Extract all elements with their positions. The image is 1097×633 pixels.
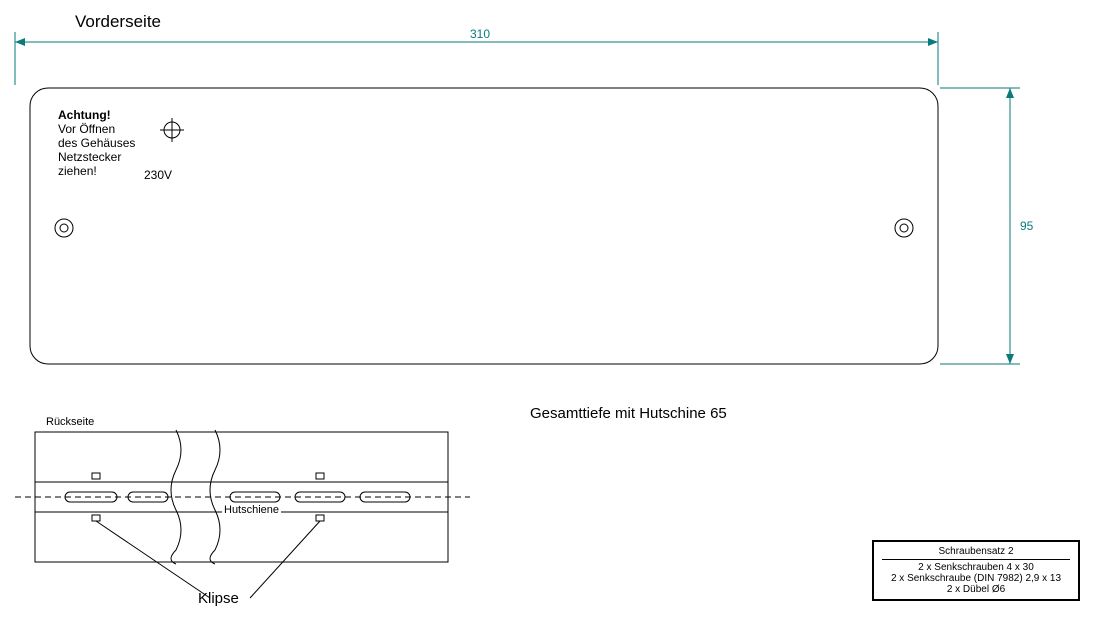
warning-title: Achtung!: [58, 108, 135, 122]
voltage-label: 230V: [144, 168, 172, 182]
warning-line3: Netzstecker: [58, 150, 135, 164]
depth-note: Gesamttiefe mit Hutschine 65: [530, 405, 727, 422]
title-block-line1: 2 x Senkschrauben 4 x 30: [882, 562, 1070, 573]
hutschiene-label: Hutschiene: [222, 504, 281, 516]
klipse-label: Klipse: [198, 590, 239, 607]
front-view-label: Vorderseite: [75, 12, 161, 32]
warning-line4: ziehen!: [58, 164, 135, 178]
dim-height-text: 95: [1020, 219, 1034, 233]
warning-line1: Vor Öffnen: [58, 122, 135, 136]
drawing-svg: 310 95: [0, 0, 1097, 633]
title-block-line3: 2 x Dübel Ø6: [882, 584, 1070, 595]
dim-width-text: 310: [470, 27, 490, 41]
title-block: Schraubensatz 2 2 x Senkschrauben 4 x 30…: [872, 540, 1080, 601]
title-block-line2: 2 x Senkschraube (DIN 7982) 2,9 x 13: [882, 573, 1070, 584]
back-view-label: Rückseite: [46, 416, 94, 428]
warning-line2: des Gehäuses: [58, 136, 135, 150]
title-block-header: Schraubensatz 2: [882, 546, 1070, 560]
